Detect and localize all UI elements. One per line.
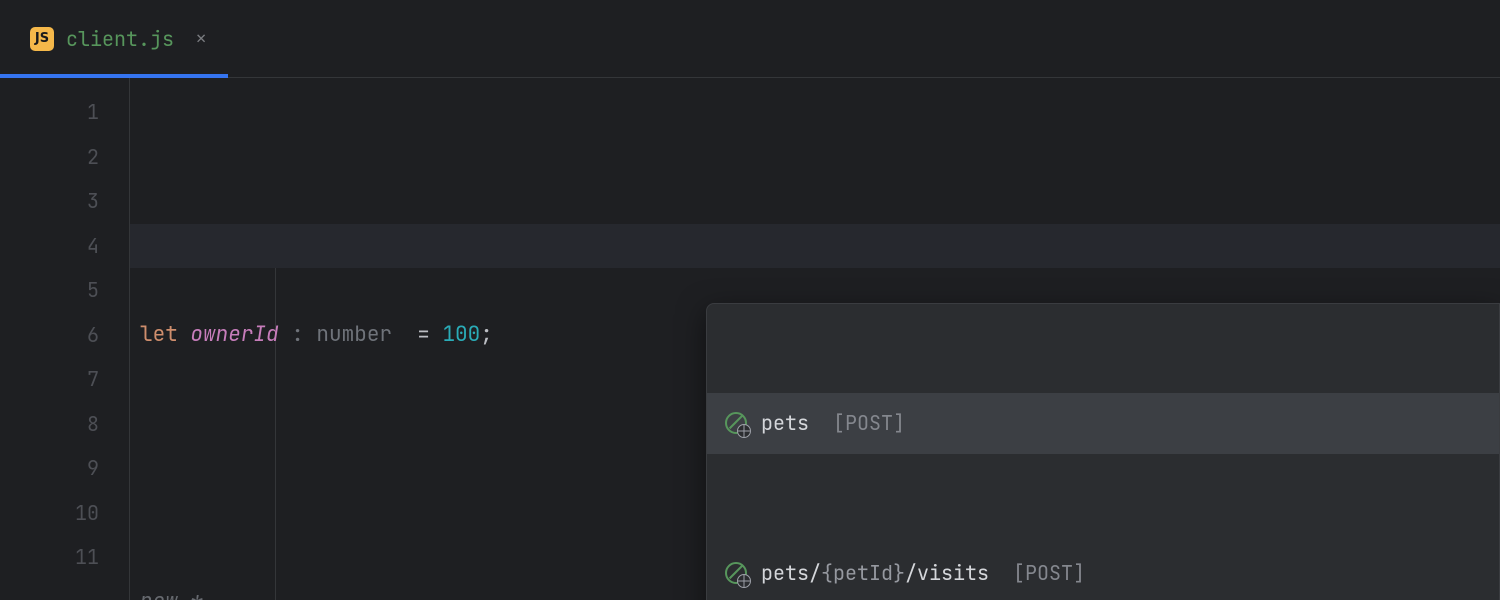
close-icon[interactable]: ✕ xyxy=(196,28,206,50)
autocomplete-method: [POST] xyxy=(1013,551,1085,596)
line-number: 10 xyxy=(0,491,129,536)
tab-client-js[interactable]: JS client.js ✕ xyxy=(0,0,228,77)
editor[interactable]: 1 2 3 4 5 6 7 8 9 10 11 let ownerId : nu… xyxy=(0,78,1500,600)
line-number-gutter: 1 2 3 4 5 6 7 8 9 10 11 xyxy=(0,78,130,600)
autocomplete-item[interactable]: pets/{petId}/visits [POST] xyxy=(707,543,1499,600)
inlay-hint: new * xyxy=(140,588,203,600)
line-number: 9 xyxy=(0,446,129,491)
tab-bar: JS client.js ✕ xyxy=(0,0,1500,78)
current-line-highlight xyxy=(130,224,1500,269)
line-number: 3 xyxy=(0,179,129,224)
line-number: 4 xyxy=(0,224,129,269)
line-number: 5 xyxy=(0,268,129,313)
js-file-icon: JS xyxy=(30,27,54,51)
line-number: 8 xyxy=(0,402,129,447)
autocomplete-label: pets xyxy=(761,401,809,446)
endpoint-icon xyxy=(725,412,747,434)
line-number: 11 xyxy=(0,535,129,580)
tab-filename: client.js xyxy=(66,26,174,52)
line-number: 6 xyxy=(0,313,129,358)
autocomplete-popup: pets [POST] pets/{petId}/visits [POST] b… xyxy=(706,303,1500,600)
line-number: 1 xyxy=(0,90,129,135)
endpoint-icon xyxy=(725,562,747,584)
autocomplete-method: [POST] xyxy=(833,401,905,446)
autocomplete-label: pets/{petId}/visits xyxy=(761,551,989,596)
autocomplete-item[interactable]: pets [POST] xyxy=(707,393,1499,454)
code-area[interactable]: let ownerId : number = 100; new * axios … xyxy=(130,78,1500,600)
line-number: 2 xyxy=(0,135,129,180)
line-number: 7 xyxy=(0,357,129,402)
